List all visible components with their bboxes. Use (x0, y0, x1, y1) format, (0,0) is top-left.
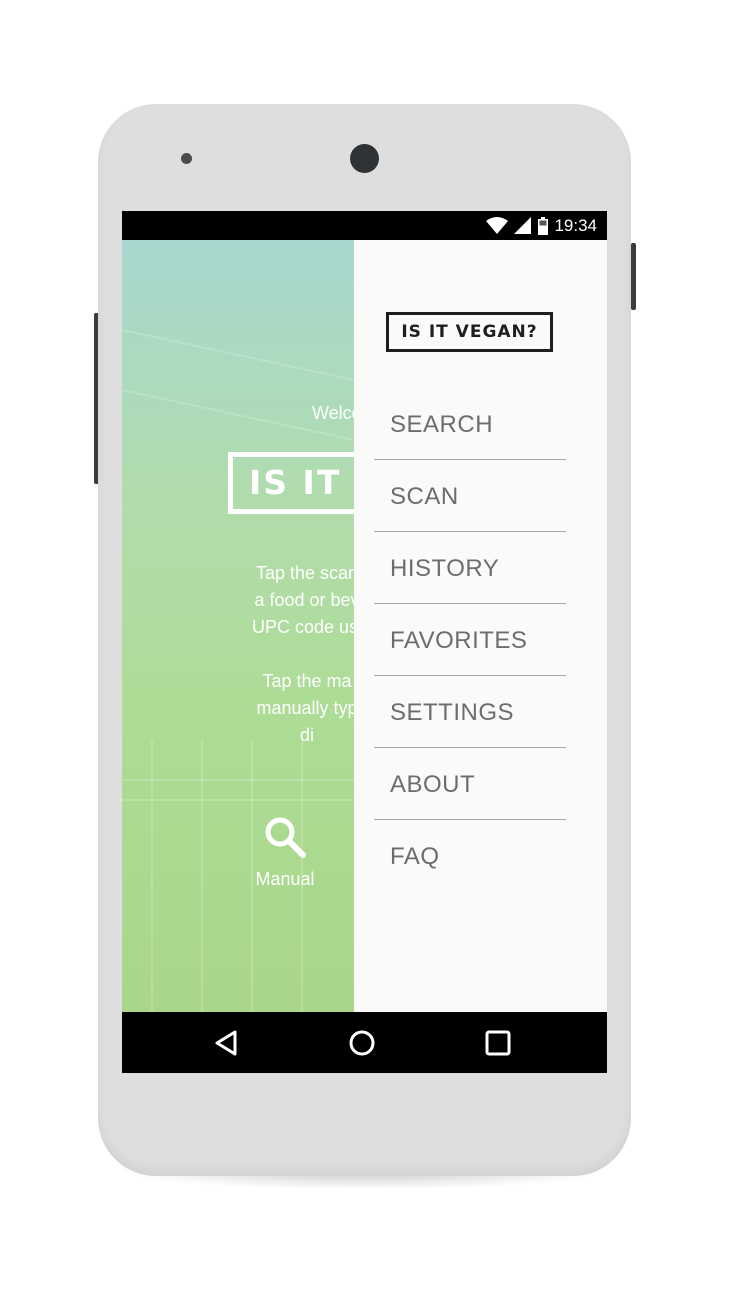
home-icon (349, 1030, 375, 1055)
status-time: 19:34 (554, 215, 597, 235)
system-nav-bar (122, 1012, 607, 1073)
recents-icon (485, 1030, 511, 1055)
menu-item-about[interactable]: ABOUT (374, 749, 566, 820)
proximity-sensor (181, 153, 192, 164)
manual-label: Manual (255, 869, 315, 889)
navigation-drawer: IS IT VEGAN? SEARCH SCAN HISTORY FAVORIT… (354, 240, 607, 1012)
manual-button[interactable]: Manual (240, 815, 330, 890)
menu-item-scan[interactable]: SCAN (374, 461, 566, 532)
battery-icon (538, 216, 549, 235)
search-icon (265, 817, 306, 858)
drawer-menu: SEARCH SCAN HISTORY FAVORITES SETTINGS A… (374, 389, 566, 892)
menu-item-settings[interactable]: SETTINGS (374, 677, 566, 748)
recents-button[interactable] (468, 1012, 528, 1073)
status-bar: 19:34 (122, 211, 607, 240)
home-button[interactable] (332, 1012, 392, 1073)
menu-item-history[interactable]: HISTORY (374, 533, 566, 604)
phone-screen: 19:34 Welco IS IT VE Tap the scan a food… (122, 211, 607, 1073)
back-button[interactable] (196, 1012, 256, 1073)
menu-item-search[interactable]: SEARCH (374, 389, 566, 460)
cell-signal-icon (514, 216, 532, 234)
drawer-logo: IS IT VEGAN? (386, 312, 553, 352)
power-button (631, 243, 636, 310)
front-camera (350, 144, 379, 173)
menu-item-favorites[interactable]: FAVORITES (374, 605, 566, 676)
menu-item-faq[interactable]: FAQ (374, 821, 566, 892)
wifi-icon (486, 216, 509, 234)
back-icon (215, 1030, 237, 1055)
app-content: Welco IS IT VE Tap the scan a food or be… (122, 240, 607, 1012)
